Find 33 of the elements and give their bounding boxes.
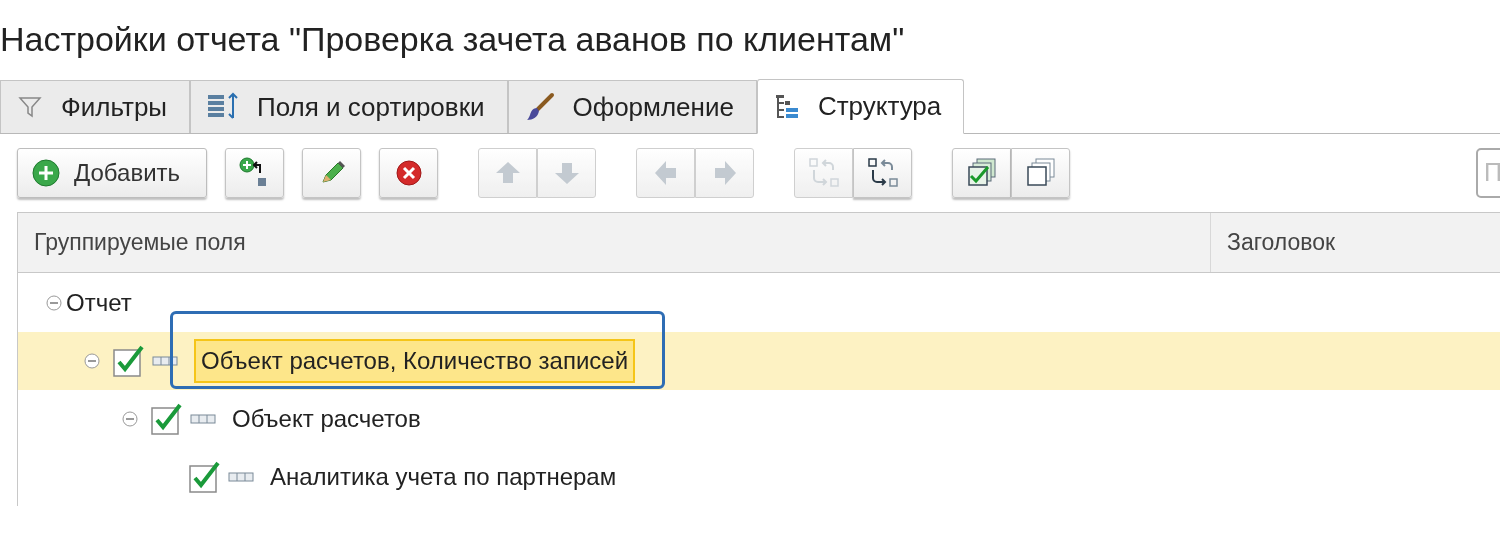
window-title: Настройки отчета "Проверка зачета аванов по клиентам" [0,19,906,60]
toolbar-button[interactable] [1011,148,1071,198]
column-header[interactable]: Заголовок [1211,213,1500,272]
field-icon [190,414,216,424]
toolbar-button[interactable] [952,148,1012,198]
tree-structure-icon [773,92,800,121]
plus-icon [32,159,60,187]
swap-levels-icon [865,156,900,190]
filter-icon [17,94,43,120]
collapse-icon[interactable] [122,411,138,427]
tab[interactable]: Фильтры [0,80,191,133]
toolbar-button[interactable] [379,148,439,198]
delete-icon [393,158,424,188]
checkbox[interactable] [150,402,184,436]
tree-label: Аналитика учета по партнерам [270,462,617,492]
collapse-icon[interactable] [46,295,62,311]
field-icon [152,356,178,366]
toolbar-button[interactable] [853,148,913,198]
add-button[interactable]: Добавить [17,148,208,198]
tab[interactable]: Структура [756,79,965,134]
tree-label: Объект расчетов [232,404,421,434]
column-header[interactable]: Группируемые поля [18,213,1211,272]
tab[interactable]: Поля и сортировки [190,80,508,133]
tab[interactable]: Оформление [507,80,757,133]
field-icon [228,472,254,482]
tree-label: Отчет [66,288,132,318]
checkbox[interactable] [188,460,222,494]
collapse-icon[interactable] [84,353,100,369]
checkbox[interactable] [112,344,146,378]
toolbar-button[interactable] [302,148,362,198]
swap-levels-icon [806,156,841,190]
toolbar-button[interactable] [225,148,285,198]
brush-icon [524,92,555,122]
